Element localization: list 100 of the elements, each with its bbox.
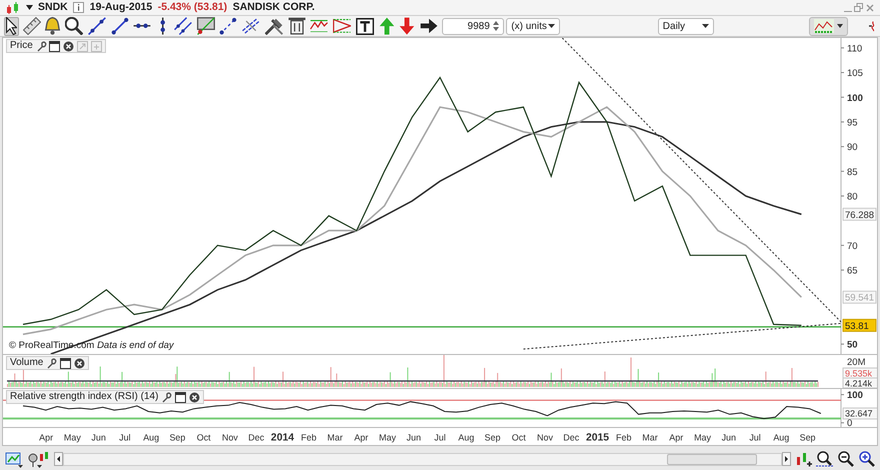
line-tool-button[interactable] <box>86 16 107 36</box>
caret-icon[interactable] <box>26 5 32 10</box>
vertical-line-icon <box>160 16 166 36</box>
caret-icon <box>548 24 556 28</box>
panel-title: Price <box>10 40 33 52</box>
caret-icon <box>702 24 709 28</box>
axis-tick-label: Jun <box>722 432 736 442</box>
grid-chart-tool-button[interactable] <box>196 16 216 36</box>
zoom-fit-icon[interactable] <box>814 450 834 468</box>
crossing-lines-icon <box>242 18 260 34</box>
axis-tick-label: 0 <box>847 418 852 427</box>
axis-tick-label: May <box>379 432 396 442</box>
indicator-chart-icon <box>814 19 834 33</box>
zoom-in-icon[interactable] <box>858 450 876 468</box>
axis-tick-label: Dec <box>563 432 580 442</box>
segment-tool-button[interactable] <box>110 16 130 36</box>
axis-tick-label: 20M <box>847 357 866 368</box>
chart-style-button[interactable] <box>809 16 848 36</box>
zoom-out-icon[interactable] <box>837 450 856 468</box>
axis-tick-label: 2015 <box>586 432 610 444</box>
axis-tick-label: Sep <box>800 432 816 442</box>
price-change-text: -5.43% (53.81) <box>158 0 228 15</box>
dotted-line-icon <box>219 16 238 36</box>
last-value-label: 53.81 <box>842 318 876 332</box>
axis-tick-label: Jul <box>434 432 446 442</box>
axis-tick-label: 110 <box>847 43 862 54</box>
window-icon[interactable] <box>60 358 71 368</box>
volume-reading: 9.535k <box>842 368 877 378</box>
axis-tick-label: Nov <box>222 432 238 442</box>
scrollbar-thumb[interactable] <box>667 454 757 464</box>
axis-tick-label: 100 <box>847 390 863 401</box>
axis-tick-label: 100 <box>847 92 863 104</box>
bell-tool-button[interactable] <box>44 16 62 36</box>
axis-tick-label: 50 <box>847 340 858 351</box>
rsi-reading: 32.647 <box>842 408 877 420</box>
ruler-tool-button[interactable] <box>22 16 42 36</box>
window-icon[interactable] <box>174 392 186 402</box>
tools-tool-button[interactable] <box>264 16 284 36</box>
scroll-right-icon[interactable] <box>782 452 791 466</box>
info-icon[interactable] <box>73 2 84 13</box>
segment-icon <box>110 16 129 36</box>
data-note: Data is end of day <box>97 338 174 353</box>
axis-tick-label: Aug <box>143 432 160 442</box>
volume-reading: 4.214k <box>842 378 877 388</box>
axis-tick-label: Aug <box>458 432 474 442</box>
period-dropdown[interactable]: Daily <box>658 18 714 34</box>
wrench-icon[interactable] <box>161 392 172 402</box>
last-value-label: 76.288 <box>842 208 876 221</box>
axis-tick-label: 90 <box>847 142 858 154</box>
axis-tick-label: 105 <box>847 68 863 80</box>
right-arrow-icon <box>420 18 438 34</box>
chart-menu-icon[interactable] <box>4 450 24 468</box>
candlestick-icon[interactable] <box>6 2 20 14</box>
scroll-left-icon[interactable] <box>54 452 62 466</box>
axis-tick-label: 85 <box>847 166 858 178</box>
text-box-tool-button[interactable] <box>354 16 375 36</box>
dotted-line-tool-button[interactable] <box>218 16 238 36</box>
axis-tick-label: 80 <box>847 192 858 202</box>
triangle-icon <box>333 19 352 33</box>
axis-tick-label: Mar <box>327 432 343 442</box>
last-value-label: 59.541 <box>842 290 876 304</box>
crossing-lines-tool-button[interactable] <box>241 16 262 36</box>
axis-tick-label: 65 <box>847 266 858 277</box>
line-icon <box>88 16 106 36</box>
triangle-tool-button[interactable] <box>332 16 352 36</box>
wrench-icon[interactable] <box>36 40 47 52</box>
horizontal-line-icon <box>133 23 152 29</box>
axis-tick-label: Apr <box>39 432 54 442</box>
window-icon[interactable] <box>49 40 60 52</box>
right-arrow-tool-button[interactable] <box>418 16 439 36</box>
wrench-icon[interactable] <box>46 358 58 368</box>
candlestick-settings-icon[interactable] <box>26 450 51 468</box>
units-spinner[interactable]: 9989 <box>442 18 504 34</box>
units-dropdown[interactable]: (x) units <box>506 18 560 34</box>
axis-tick-label: Feb <box>301 432 316 442</box>
company-name: SANDISK CORP. <box>232 0 315 15</box>
axis-tick-label: Sep <box>484 432 500 442</box>
axis-tick-label: Aug <box>773 432 790 442</box>
restore-icon[interactable] <box>854 3 864 12</box>
tools-icon <box>264 18 283 34</box>
panel-title: Relative strength index (RSI) (14) <box>10 391 158 403</box>
axis-tick-label: Apr <box>669 432 684 442</box>
bell-icon <box>45 16 60 36</box>
spinner-arrows-icon[interactable] <box>492 21 499 31</box>
axis-tick-label: Feb <box>616 432 632 442</box>
down-arrow-tool-button[interactable] <box>398 16 416 36</box>
axis-tick-label: Sep <box>169 432 186 442</box>
magnifier-tool-button[interactable] <box>64 16 84 36</box>
close-icon[interactable] <box>63 40 74 52</box>
close-icon[interactable] <box>74 358 85 368</box>
axis-tick-label: 95 <box>847 117 858 128</box>
axis-tick-label: Jun <box>406 432 421 442</box>
pointer-tool-button[interactable] <box>4 16 19 36</box>
axis-tick-label: 70 <box>847 240 858 252</box>
axis-tick-label: Oct <box>196 432 211 442</box>
trash-tool-button[interactable] <box>286 16 307 36</box>
axis-tick-label: Jul <box>119 432 131 442</box>
axis-tick-label: Jun <box>91 432 106 442</box>
up-arrow-icon <box>378 16 394 36</box>
close-icon[interactable] <box>188 392 200 402</box>
